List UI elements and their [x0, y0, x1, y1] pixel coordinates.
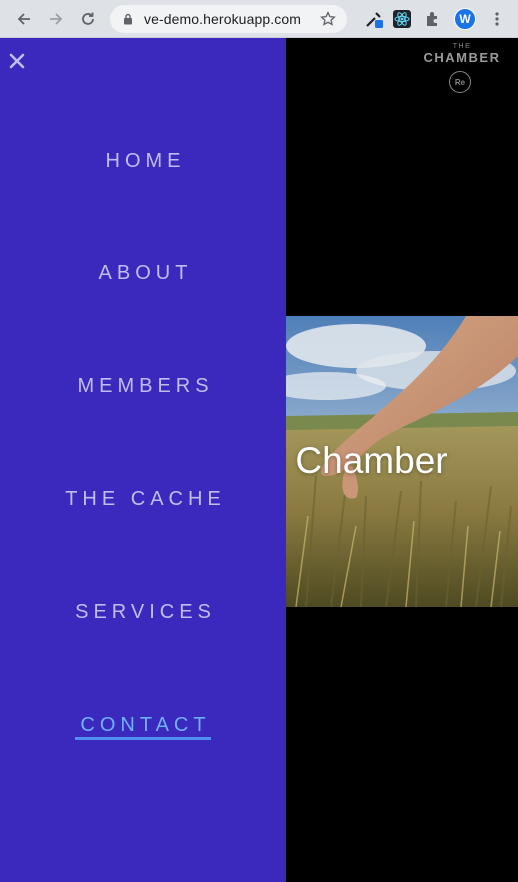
reload-icon — [82, 12, 94, 25]
extensions-button[interactable] — [421, 7, 445, 31]
nav-item-contact[interactable]: CONTACT — [0, 711, 286, 740]
nav-label: HOME — [105, 150, 186, 172]
nav-item-the-cache[interactable]: THE CACHE — [0, 485, 286, 513]
nav-item-services[interactable]: SERVICES — [0, 598, 286, 626]
profile-avatar[interactable]: W — [454, 8, 476, 30]
nav-item-members[interactable]: MEMBERS — [0, 372, 286, 400]
nav-label: SERVICES — [75, 601, 216, 623]
lock-icon — [124, 13, 132, 25]
reload-button[interactable] — [76, 7, 100, 31]
back-button[interactable] — [12, 7, 36, 31]
puzzle-icon — [427, 12, 437, 26]
nav-item-home[interactable]: HOME — [0, 147, 286, 175]
url-text: ve-demo.herokuapp.com — [144, 11, 301, 27]
react-devtools-button[interactable] — [390, 7, 414, 31]
close-icon — [9, 53, 25, 69]
logo-name-text: CHAMBER — [423, 50, 501, 65]
kebab-menu-icon — [495, 12, 499, 26]
logo-badge: Re — [449, 71, 471, 93]
back-arrow-icon — [17, 13, 30, 25]
forward-button[interactable] — [44, 7, 68, 31]
bookmark-star-icon[interactable] — [320, 11, 336, 27]
eyedropper-extension-button[interactable] — [362, 7, 386, 31]
browser-toolbar: ve-demo.herokuapp.com W — [0, 0, 518, 38]
nav-label: MEMBERS — [77, 375, 214, 397]
address-bar[interactable]: ve-demo.herokuapp.com — [110, 5, 347, 33]
nav-label: CONTACT — [75, 713, 211, 740]
react-icon — [393, 10, 411, 28]
nav-item-about[interactable]: ABOUT — [0, 259, 286, 287]
hero-title: he Chamber — [286, 440, 448, 481]
nav-label: THE CACHE — [65, 488, 226, 510]
nav-drawer: HOME ABOUT MEMBERS THE CACHE SERVICES CO… — [0, 38, 286, 882]
site-logo[interactable]: THE CHAMBER — [414, 43, 510, 64]
nav-label: ABOUT — [98, 262, 193, 284]
eyedropper-icon — [366, 12, 383, 28]
hero-image: he Chamber — [286, 316, 518, 607]
close-menu-button[interactable] — [6, 50, 28, 72]
forward-arrow-icon — [50, 13, 63, 25]
browser-menu-button[interactable] — [485, 7, 509, 31]
